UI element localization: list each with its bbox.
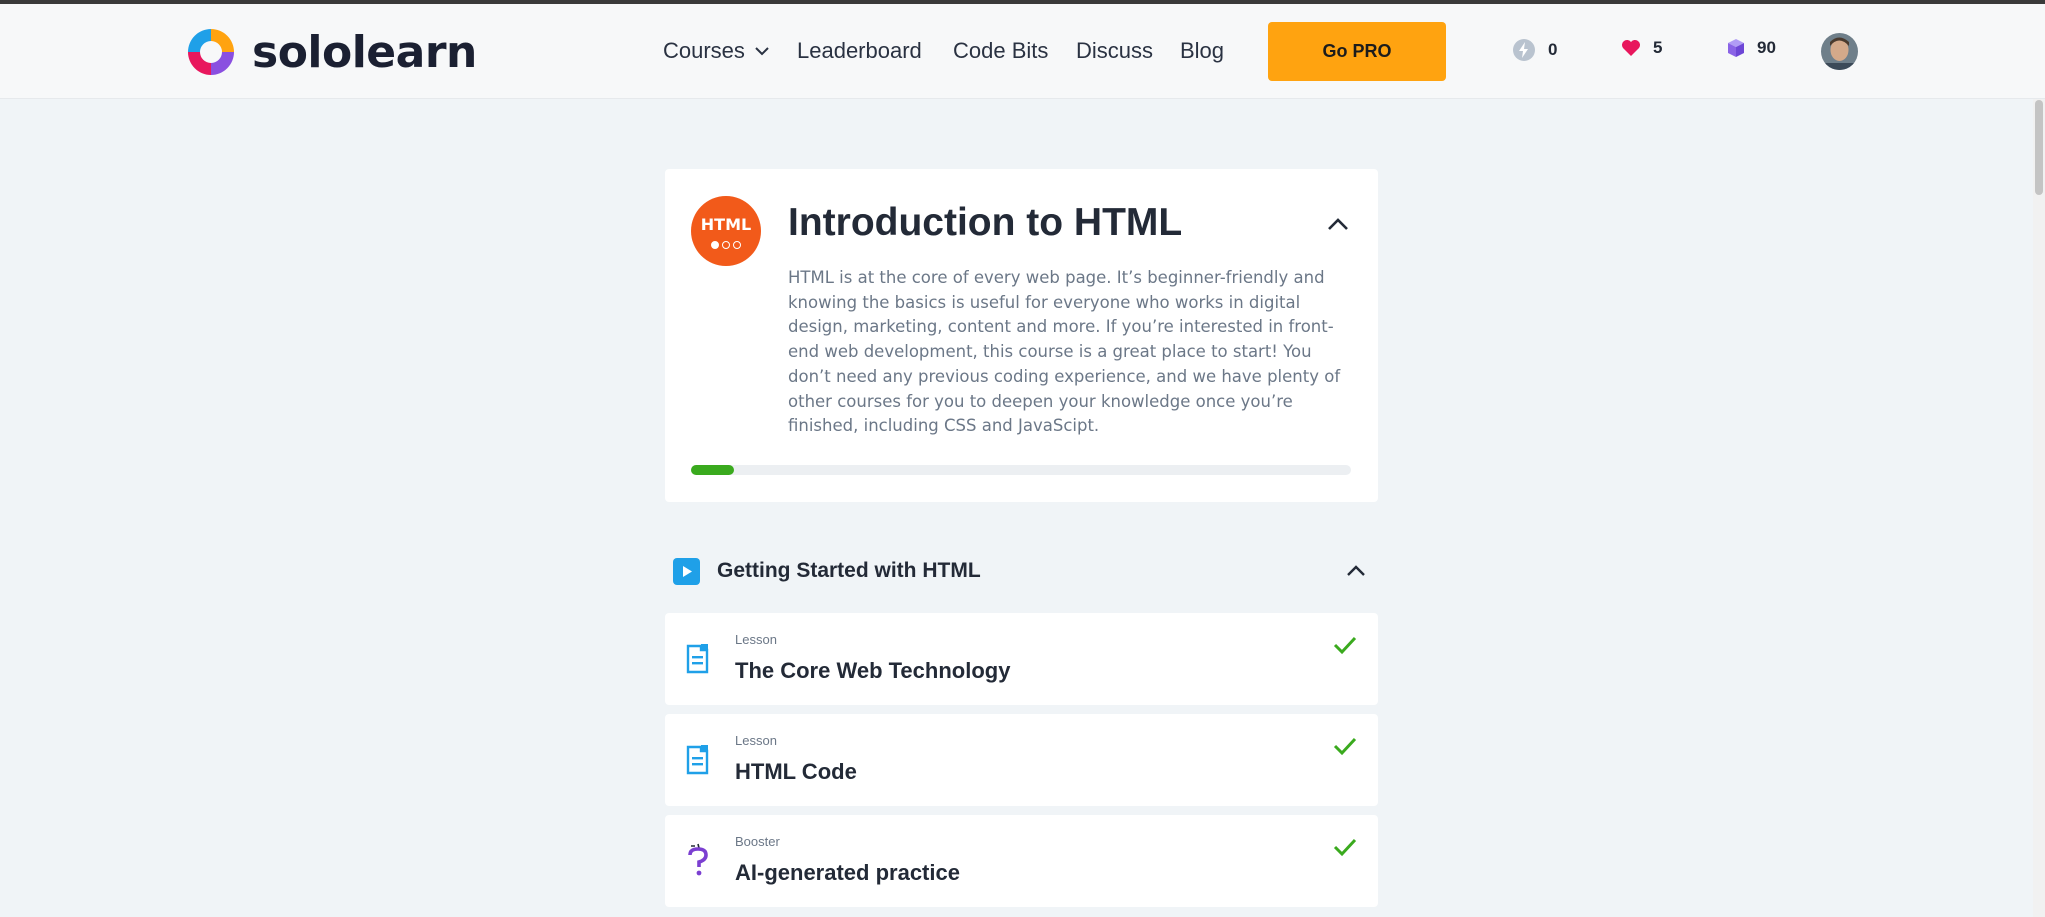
lesson-title: AI-generated practice: [735, 860, 960, 885]
lesson-type-label: Lesson: [735, 733, 777, 748]
question-mark-icon: [688, 843, 708, 876]
course-title: Introduction to HTML: [788, 201, 1183, 244]
page-scrollbar[interactable]: [2033, 99, 2045, 917]
module-title: Getting Started with HTML: [717, 559, 981, 582]
course-badge-label: HTML: [700, 215, 752, 234]
go-pro-button[interactable]: Go PRO: [1268, 22, 1446, 81]
user-avatar-image: [1821, 33, 1858, 70]
checkmark-icon: [1333, 838, 1357, 857]
streak-count: 0: [1548, 40, 1558, 59]
course-progress-bar: [691, 465, 1351, 475]
collapse-course-button[interactable]: [1325, 214, 1351, 234]
checkmark-icon: [1333, 737, 1357, 756]
scrollbar-thumb[interactable]: [2035, 100, 2043, 195]
course-progress-fill: [691, 465, 734, 475]
lesson-doc-icon: [686, 745, 709, 775]
heart-icon: [1622, 40, 1640, 56]
nav-discuss[interactable]: Discuss: [1076, 38, 1153, 64]
nav-leaderboard[interactable]: Leaderboard: [797, 38, 922, 64]
course-level-dots: [691, 241, 761, 249]
nav-courses-label: Courses: [663, 38, 745, 63]
checkmark-icon: [1333, 636, 1357, 655]
nav-courses[interactable]: Courses: [663, 38, 769, 64]
lightning-icon: [1513, 39, 1535, 61]
level-dot: [733, 241, 741, 249]
gems-count: 90: [1757, 38, 1776, 57]
lesson-title: HTML Code: [735, 759, 857, 784]
chevron-down-icon: [755, 46, 769, 55]
level-dot: [711, 241, 719, 249]
top-navigation-bar: sololearn Courses Leaderboard Code Bits …: [0, 4, 2045, 99]
gems-counter[interactable]: 90: [1727, 38, 1776, 58]
lesson-doc-icon: [686, 644, 709, 674]
lesson-item[interactable]: Lesson HTML Code: [665, 714, 1378, 806]
nav-code-bits[interactable]: Code Bits: [953, 38, 1048, 64]
streak-counter[interactable]: 0: [1512, 38, 1557, 62]
chevron-up-icon[interactable]: [1346, 563, 1366, 577]
lesson-type-label: Lesson: [735, 632, 777, 647]
level-dot: [722, 241, 730, 249]
lesson-title: The Core Web Technology: [735, 658, 1011, 683]
sololearn-logo-icon: [188, 29, 234, 75]
booster-item[interactable]: Booster AI-generated practice: [665, 815, 1378, 907]
hearts-counter[interactable]: 5: [1621, 38, 1662, 58]
sololearn-logo[interactable]: sololearn: [184, 24, 477, 80]
brand-name: sololearn: [252, 26, 477, 78]
nav-blog[interactable]: Blog: [1180, 38, 1224, 64]
lesson-item[interactable]: Lesson The Core Web Technology: [665, 613, 1378, 705]
gem-cube-icon: [1728, 39, 1744, 57]
html-course-badge: HTML: [691, 196, 761, 266]
user-avatar[interactable]: [1821, 33, 1858, 70]
hearts-count: 5: [1653, 38, 1663, 57]
lesson-type-label: Booster: [735, 834, 780, 849]
play-icon: [673, 558, 700, 585]
module-header[interactable]: Getting Started with HTML: [665, 548, 1378, 594]
course-description: HTML is at the core of every web page. I…: [788, 268, 1341, 436]
course-overview-card: HTML Introduction to HTML HTML is at the…: [665, 169, 1378, 502]
chevron-up-icon: [1328, 218, 1348, 230]
